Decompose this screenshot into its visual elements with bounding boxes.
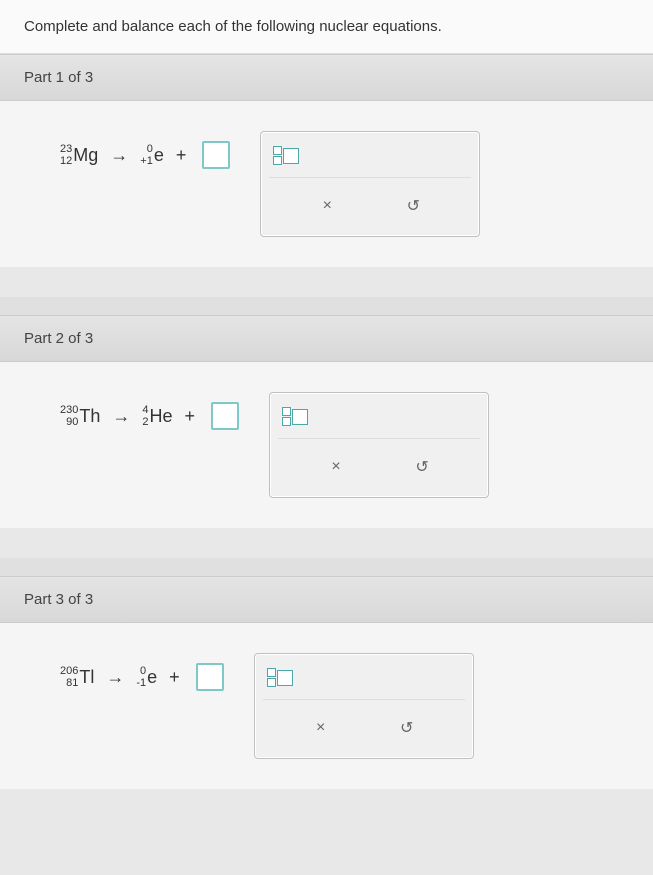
nuclide-template-button[interactable]: [267, 668, 293, 687]
answer-input-box[interactable]: [202, 141, 230, 169]
answer-input-box[interactable]: [196, 663, 224, 691]
tool-panel: × ↺: [254, 653, 474, 759]
mass-number: 230: [60, 405, 78, 416]
instruction-text: Complete and balance each of the followi…: [0, 0, 653, 54]
reactant-nuclide: 206 81 Tl: [60, 666, 94, 689]
mass-number: 0: [140, 666, 146, 677]
part-2-body: 230 90 Th → 4 2 He +: [0, 362, 653, 528]
atomic-number: 12: [60, 156, 72, 167]
equation-3: 206 81 Tl → 0 -1 e +: [60, 653, 224, 691]
atomic-number: -1: [136, 678, 146, 689]
part-1: Part 1 of 3 23 12 Mg → 0 +1 e +: [0, 54, 653, 267]
element-symbol: e: [154, 145, 164, 166]
element-symbol: He: [150, 406, 173, 427]
clear-button[interactable]: ×: [313, 192, 341, 220]
tool-panel: × ↺: [260, 131, 480, 237]
equation-2: 230 90 Th → 4 2 He +: [60, 392, 239, 430]
part-3-header: Part 3 of 3: [0, 576, 653, 623]
divider: [0, 558, 653, 576]
part-3: Part 3 of 3 206 81 Tl → 0 -1 e +: [0, 576, 653, 789]
atomic-number: 81: [66, 678, 78, 689]
arrow-icon: →: [106, 667, 124, 688]
product-nuclide: 0 +1 e: [140, 144, 164, 167]
part-2: Part 2 of 3 230 90 Th → 4 2 He +: [0, 315, 653, 528]
part-3-body: 206 81 Tl → 0 -1 e +: [0, 623, 653, 789]
clear-button[interactable]: ×: [322, 453, 350, 481]
arrow-icon: →: [112, 406, 130, 427]
product-nuclide: 0 -1 e: [136, 666, 157, 689]
mass-number: 0: [147, 144, 153, 155]
atomic-number: 2: [142, 417, 148, 428]
mass-number: 23: [60, 144, 72, 155]
part-1-header: Part 1 of 3: [0, 54, 653, 101]
plus-sign: +: [176, 145, 187, 166]
reactant-nuclide: 23 12 Mg: [60, 144, 98, 167]
equation-1: 23 12 Mg → 0 +1 e +: [60, 131, 230, 169]
answer-input-box[interactable]: [211, 402, 239, 430]
nuclide-template-button[interactable]: [273, 146, 299, 165]
product-nuclide: 4 2 He: [142, 405, 172, 428]
reset-button[interactable]: ↺: [393, 714, 421, 742]
atomic-number: 90: [66, 417, 78, 428]
part-1-body: 23 12 Mg → 0 +1 e +: [0, 101, 653, 267]
plus-sign: +: [185, 406, 196, 427]
reactant-nuclide: 230 90 Th: [60, 405, 100, 428]
reset-button[interactable]: ↺: [399, 192, 427, 220]
reset-button[interactable]: ↺: [408, 453, 436, 481]
mass-number: 4: [142, 405, 148, 416]
element-symbol: Mg: [73, 145, 98, 166]
part-2-header: Part 2 of 3: [0, 315, 653, 362]
tool-panel: × ↺: [269, 392, 489, 498]
mass-number: 206: [60, 666, 78, 677]
clear-button[interactable]: ×: [307, 714, 335, 742]
arrow-icon: →: [110, 145, 128, 166]
atomic-number: +1: [140, 156, 153, 167]
element-symbol: Th: [79, 406, 100, 427]
divider: [0, 297, 653, 315]
element-symbol: e: [147, 667, 157, 688]
nuclide-template-button[interactable]: [282, 407, 308, 426]
plus-sign: +: [169, 667, 180, 688]
element-symbol: Tl: [79, 667, 94, 688]
